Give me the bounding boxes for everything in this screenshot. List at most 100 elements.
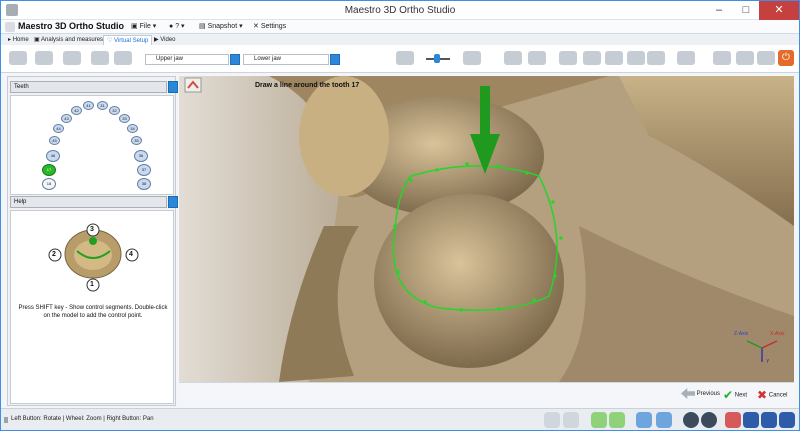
zoom-window-icon[interactable] xyxy=(609,412,625,428)
help-box: 1 2 3 4 Press SHIFT key - Show control s… xyxy=(10,210,174,404)
snapshot-button[interactable]: ▤ Snapshot ▾ xyxy=(199,22,243,30)
sphere-dark-icon[interactable] xyxy=(683,412,699,428)
tooth-46[interactable]: 46 xyxy=(46,150,60,162)
tooth-36[interactable]: 36 xyxy=(134,150,148,162)
brightness-icon[interactable] xyxy=(396,51,414,65)
view-front-icon[interactable] xyxy=(559,51,577,65)
cancel-label: Cancel xyxy=(768,392,788,399)
jaw-icon[interactable] xyxy=(677,51,695,65)
3d-viewport[interactable]: Draw a line around the tooth 17 Z-Axis X… xyxy=(179,76,794,382)
upper-jaw-toggle[interactable] xyxy=(230,54,240,65)
tooth-32[interactable]: 32 xyxy=(109,106,120,115)
view-bottom-icon[interactable] xyxy=(627,51,645,65)
tab-label: Analysis and measures xyxy=(41,37,104,43)
lower-jaw-label: Lower jaw xyxy=(254,56,282,62)
teeth-panel-title: Teeth xyxy=(10,81,178,93)
lower-jaw-toggle[interactable] xyxy=(330,54,340,65)
help-title: Help xyxy=(14,199,27,205)
tooth-31[interactable]: 31 xyxy=(97,101,108,110)
tooth-43[interactable]: 43 xyxy=(61,114,72,123)
maximize-button[interactable]: □ xyxy=(733,1,759,20)
z-axis-label: Z-Axis xyxy=(734,331,749,337)
close-button[interactable]: ✕ xyxy=(759,1,799,20)
brand-title: Maestro 3D Ortho Studio xyxy=(18,21,125,31)
cube-top-icon[interactable] xyxy=(779,412,795,428)
brightness-slider-handle[interactable] xyxy=(434,54,440,63)
cube-front-icon[interactable] xyxy=(743,412,759,428)
upper-jaw-select[interactable]: Upper jaw xyxy=(145,54,240,65)
tooth-34[interactable]: 34 xyxy=(127,124,138,133)
help-label-4: 4 xyxy=(129,251,133,258)
zoom-in-icon[interactable] xyxy=(544,412,560,428)
tooth-38[interactable]: 38 xyxy=(137,178,151,190)
tab-virtual-setup[interactable]: ♡ Virtual Setup xyxy=(103,35,153,45)
jaw-right-icon[interactable] xyxy=(736,51,754,65)
view-side-icon[interactable] xyxy=(647,51,665,65)
tooth-42[interactable]: 42 xyxy=(71,106,82,115)
tab-video[interactable]: ▶ Video xyxy=(151,35,179,45)
tooth-35[interactable]: 35 xyxy=(131,136,142,145)
tooth-45[interactable]: 45 xyxy=(49,136,60,145)
help-label-2: 2 xyxy=(52,251,56,258)
ribbon: Upper jaw Lower jaw ⏻ xyxy=(1,45,799,73)
cube-side-icon[interactable] xyxy=(761,412,777,428)
zoom-fit-icon[interactable] xyxy=(591,412,607,428)
dental-model-render[interactable] xyxy=(179,76,794,382)
tooth-33[interactable]: 33 xyxy=(119,114,130,123)
file-label: File xyxy=(139,23,151,30)
previous-button[interactable]: Previous xyxy=(681,388,720,399)
lower-jaw-select[interactable]: Lower jaw xyxy=(243,54,340,65)
upper-jaw-label: Upper jaw xyxy=(156,56,184,62)
minimize-button[interactable]: – xyxy=(706,1,732,20)
view-single-icon[interactable] xyxy=(636,412,652,428)
tab-analysis[interactable]: ▣ Analysis and measures xyxy=(31,35,106,45)
status-text: Left Button: Rotate | Wheel: Zoom | Righ… xyxy=(11,416,154,422)
tool-icon-4[interactable] xyxy=(91,51,109,65)
quick-toolbar: Maestro 3D Ortho Studio ▣ File ▾ ● ? ▾ ▤… xyxy=(1,20,799,34)
app-window: Maestro 3D Ortho Studio – □ ✕ Maestro 3D… xyxy=(0,0,800,431)
jaw-open-icon[interactable] xyxy=(757,51,775,65)
tool-icon-2[interactable] xyxy=(35,51,53,65)
help-menu[interactable]: ● ? ▾ xyxy=(169,22,185,30)
tooth-18[interactable]: 18 xyxy=(42,178,56,190)
settings-button[interactable]: ✕ Settings xyxy=(253,22,286,30)
tool-icon-5[interactable] xyxy=(114,51,132,65)
cancel-button[interactable]: ✖ Cancel xyxy=(757,388,787,402)
zoom-out-icon[interactable] xyxy=(563,412,579,428)
next-button[interactable]: ✔ Next xyxy=(723,388,747,402)
tool-icon-1[interactable] xyxy=(9,51,27,65)
previous-label: Previous xyxy=(696,391,721,398)
help-panel-title: Help xyxy=(10,196,178,208)
next-label: Next xyxy=(734,392,748,399)
y-axis-label: Y xyxy=(766,359,770,365)
tooth-37[interactable]: 37 xyxy=(137,164,151,176)
snapshot-label: Snapshot xyxy=(207,23,238,30)
view-back-icon[interactable] xyxy=(583,51,601,65)
sphere-shaded-icon[interactable] xyxy=(701,412,717,428)
cancel-x-icon: ✖ xyxy=(757,388,768,402)
main-tabs: ▸ Home ▣ Analysis and measures ♡ Virtual… xyxy=(1,34,799,45)
previous-arrow-icon xyxy=(681,388,695,399)
window-title: Maestro 3D Ortho Studio xyxy=(344,5,456,16)
grid-small-icon[interactable] xyxy=(528,51,546,65)
power-icon[interactable]: ⏻ xyxy=(778,50,794,66)
file-menu[interactable]: ▣ File ▾ xyxy=(131,22,156,30)
cube-color-icon[interactable] xyxy=(725,412,741,428)
grid-icon[interactable] xyxy=(504,51,522,65)
tooth-44[interactable]: 44 xyxy=(53,124,64,133)
title-bar: Maestro 3D Ortho Studio – □ ✕ xyxy=(1,1,799,20)
jaw-left-icon[interactable] xyxy=(713,51,731,65)
tooth-view-icon[interactable] xyxy=(463,51,481,65)
app-menu-icon[interactable] xyxy=(5,22,15,32)
x-axis-label: X-Axis xyxy=(770,331,785,337)
tooth-17[interactable]: 17 xyxy=(42,164,56,176)
view-split-icon[interactable] xyxy=(656,412,672,428)
help-panel-toggle[interactable] xyxy=(168,196,178,208)
tab-label: Video xyxy=(160,37,176,43)
view-top-icon[interactable] xyxy=(605,51,623,65)
help-label: ? xyxy=(175,23,180,30)
tab-home[interactable]: ▸ Home xyxy=(5,35,32,45)
tool-icon-3[interactable] xyxy=(63,51,81,65)
teeth-panel-toggle[interactable] xyxy=(168,81,178,93)
tooth-41[interactable]: 41 xyxy=(83,101,94,110)
